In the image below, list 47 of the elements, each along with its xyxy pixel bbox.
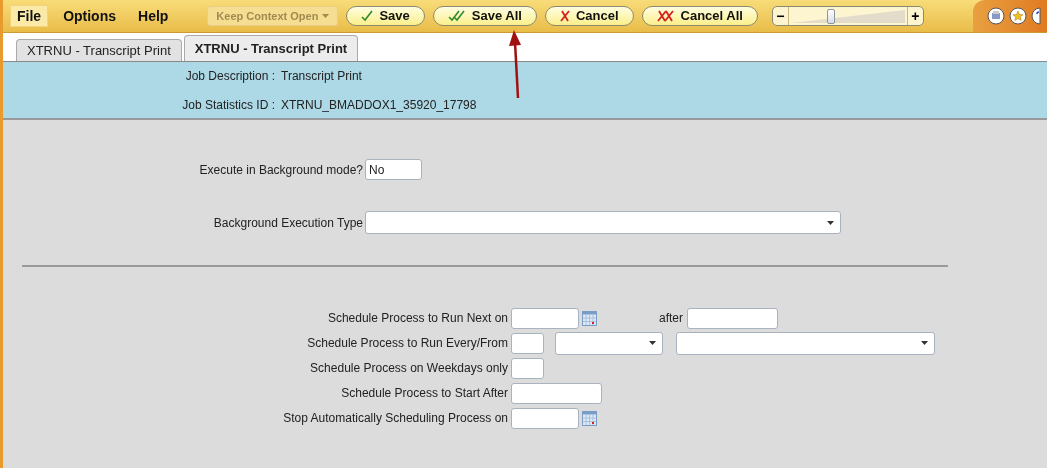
- dropdown-caret-icon: [921, 341, 928, 345]
- input-field[interactable]: [687, 307, 778, 329]
- action-button[interactable]: Cancel All: [641, 6, 758, 26]
- menu-item[interactable]: Help: [131, 5, 176, 27]
- date-field[interactable]: [511, 407, 579, 429]
- field-label: Schedule Process to Start After: [340, 385, 509, 402]
- slider-thumb[interactable]: [827, 9, 836, 24]
- menu-item[interactable]: Options: [56, 5, 123, 27]
- input-field[interactable]: No: [365, 159, 422, 180]
- field-label: Execute in Background mode?: [198, 161, 364, 179]
- double-check-icon: [447, 10, 466, 22]
- input-field[interactable]: [511, 332, 544, 354]
- dropdown-field[interactable]: [555, 331, 663, 355]
- tab[interactable]: XTRNU - Transcript Print: [183, 35, 359, 61]
- input-field[interactable]: [511, 382, 602, 404]
- field-value: Transcript Print: [281, 67, 362, 85]
- input-field[interactable]: [511, 357, 544, 379]
- date-field[interactable]: [511, 307, 579, 329]
- field-label: Schedule Process to Run Next on: [326, 310, 509, 327]
- zoom-out-button[interactable]: −: [772, 7, 789, 25]
- tab[interactable]: XTRNU - Transcript Print: [16, 39, 182, 61]
- double-cross-icon: [656, 10, 675, 22]
- check-icon: [361, 10, 374, 22]
- zoom-in-button[interactable]: +: [906, 7, 923, 25]
- dropdown-caret-icon: [649, 341, 656, 345]
- dropdown-field[interactable]: [676, 331, 935, 355]
- field-label: Job Statistics ID :: [181, 96, 275, 114]
- action-button[interactable]: Cancel: [544, 6, 634, 26]
- calendar-icon[interactable]: [582, 410, 597, 426]
- print-icon[interactable]: [987, 7, 1005, 25]
- field-value: XTRNU_BMADDOX1_35920_17798: [281, 96, 477, 114]
- field-label: Stop Automatically Scheduling Process on: [282, 410, 509, 427]
- calendar-icon[interactable]: [582, 310, 597, 326]
- action-button[interactable]: Save: [346, 6, 425, 26]
- zoom-slider[interactable]: − +: [771, 6, 924, 26]
- field-label: Schedule Process to Run Every/From: [306, 335, 509, 352]
- menu-item[interactable]: File: [10, 5, 49, 27]
- field-label: Job Description :: [184, 67, 275, 85]
- cross-icon: [559, 10, 570, 22]
- dropdown-caret-icon: [322, 14, 330, 18]
- field-label: Schedule Process on Weekdays only: [309, 360, 509, 377]
- field-label: after: [659, 310, 683, 327]
- pointer-arrow: [509, 30, 523, 100]
- action-button[interactable]: Save All: [432, 6, 537, 26]
- dropdown-field[interactable]: [365, 211, 841, 234]
- dropdown-caret-icon: [827, 220, 834, 225]
- field-label: Background Execution Type: [212, 214, 364, 232]
